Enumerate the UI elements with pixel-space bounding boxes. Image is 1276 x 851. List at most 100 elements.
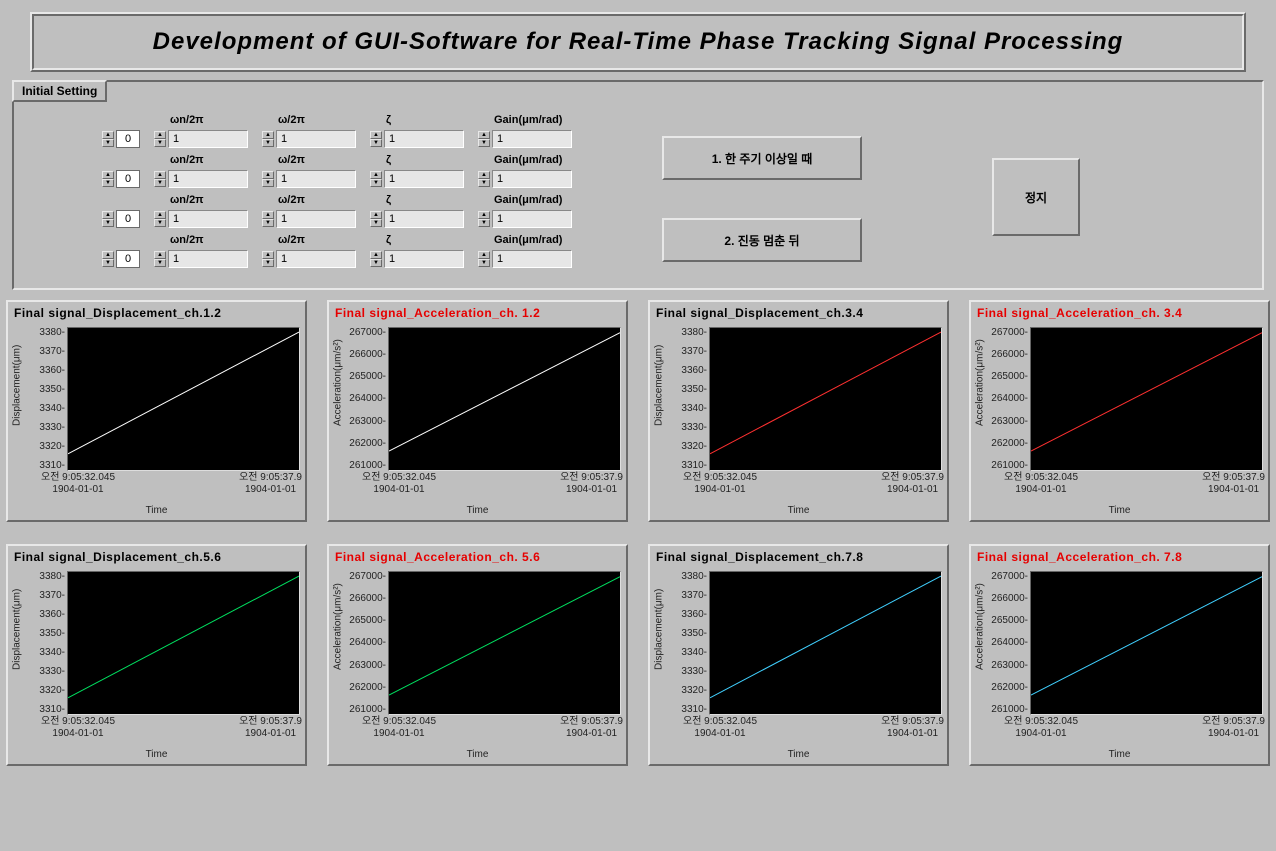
arrow-up-icon[interactable]: ▲	[478, 171, 490, 179]
stepper-arrows[interactable]: ▲▼	[102, 211, 114, 227]
numeric-input[interactable]: 1	[492, 250, 572, 268]
arrow-up-icon[interactable]: ▲	[154, 131, 166, 139]
arrow-up-icon[interactable]: ▲	[102, 211, 114, 219]
x-axis-label: Time	[653, 505, 944, 516]
arrow-down-icon[interactable]: ▼	[478, 219, 490, 227]
stepper-arrows[interactable]: ▲▼	[102, 251, 114, 267]
ytick: 3360-	[25, 365, 65, 376]
stepper-arrows[interactable]: ▲▼	[262, 131, 274, 147]
stop-button[interactable]: 정지	[992, 158, 1080, 236]
arrow-up-icon[interactable]: ▲	[102, 171, 114, 179]
numeric-input[interactable]: 0	[116, 130, 140, 148]
arrow-down-icon[interactable]: ▼	[262, 139, 274, 147]
numeric-input[interactable]: 1	[384, 210, 464, 228]
stepper-arrows[interactable]: ▲▼	[478, 211, 490, 227]
chart-plot-area[interactable]	[388, 327, 621, 471]
arrow-up-icon[interactable]: ▲	[102, 251, 114, 259]
arrow-down-icon[interactable]: ▼	[102, 259, 114, 267]
stepper-arrows[interactable]: ▲▼	[154, 131, 166, 147]
arrow-up-icon[interactable]: ▲	[102, 131, 114, 139]
arrow-up-icon[interactable]: ▲	[154, 171, 166, 179]
arrow-down-icon[interactable]: ▼	[154, 139, 166, 147]
numeric-input[interactable]: 1	[168, 210, 248, 228]
numeric-input[interactable]: 1	[168, 250, 248, 268]
ytick: 3370-	[667, 346, 707, 357]
chart-plot-area[interactable]	[1030, 327, 1263, 471]
numeric-input[interactable]: 1	[276, 130, 356, 148]
y-axis-ticks: 267000-266000-265000-264000-263000-26200…	[346, 327, 386, 471]
arrow-down-icon[interactable]: ▼	[478, 179, 490, 187]
stepper-arrows[interactable]: ▲▼	[154, 171, 166, 187]
ytick: 264000-	[988, 637, 1028, 648]
numeric-input[interactable]: 1	[276, 170, 356, 188]
numeric-input[interactable]: 1	[276, 210, 356, 228]
arrow-down-icon[interactable]: ▼	[370, 139, 382, 147]
arrow-up-icon[interactable]: ▲	[262, 131, 274, 139]
numeric-input[interactable]: 0	[116, 210, 140, 228]
numeric-input[interactable]: 1	[492, 170, 572, 188]
arrow-up-icon[interactable]: ▲	[370, 131, 382, 139]
arrow-down-icon[interactable]: ▼	[102, 179, 114, 187]
arrow-down-icon[interactable]: ▼	[262, 259, 274, 267]
numeric-input[interactable]: 1	[384, 170, 464, 188]
numeric-input[interactable]: 1	[168, 130, 248, 148]
arrow-down-icon[interactable]: ▼	[102, 219, 114, 227]
arrow-up-icon[interactable]: ▲	[370, 211, 382, 219]
stepper-arrows[interactable]: ▲▼	[370, 171, 382, 187]
arrow-down-icon[interactable]: ▼	[478, 139, 490, 147]
arrow-down-icon[interactable]: ▼	[102, 139, 114, 147]
chart-plot-area[interactable]	[709, 571, 942, 715]
numeric-input[interactable]: 1	[384, 250, 464, 268]
arrow-down-icon[interactable]: ▼	[370, 259, 382, 267]
arrow-down-icon[interactable]: ▼	[154, 259, 166, 267]
arrow-down-icon[interactable]: ▼	[370, 179, 382, 187]
arrow-up-icon[interactable]: ▲	[370, 251, 382, 259]
numeric-input[interactable]: 1	[276, 250, 356, 268]
stepper-arrows[interactable]: ▲▼	[262, 211, 274, 227]
chart-plot-area[interactable]	[67, 327, 300, 471]
arrow-down-icon[interactable]: ▼	[154, 219, 166, 227]
arrow-down-icon[interactable]: ▼	[478, 259, 490, 267]
numeric-input[interactable]: 1	[168, 170, 248, 188]
arrow-down-icon[interactable]: ▼	[154, 179, 166, 187]
mode-after-stop-button[interactable]: 2. 진동 멈춘 뒤	[662, 218, 862, 262]
numeric-input[interactable]: 1	[492, 130, 572, 148]
arrow-up-icon[interactable]: ▲	[478, 131, 490, 139]
header-w: ω/2π	[262, 114, 356, 130]
stepper-arrows[interactable]: ▲▼	[102, 171, 114, 187]
numeric-input[interactable]: 1	[384, 130, 464, 148]
ytick: 3310-	[667, 704, 707, 715]
arrow-up-icon[interactable]: ▲	[370, 171, 382, 179]
arrow-down-icon[interactable]: ▼	[262, 219, 274, 227]
chart-plot-area[interactable]	[388, 571, 621, 715]
arrow-up-icon[interactable]: ▲	[154, 251, 166, 259]
stepper-arrows[interactable]: ▲▼	[370, 211, 382, 227]
arrow-up-icon[interactable]: ▲	[478, 211, 490, 219]
stepper-arrows[interactable]: ▲▼	[102, 131, 114, 147]
arrow-up-icon[interactable]: ▲	[262, 251, 274, 259]
arrow-down-icon[interactable]: ▼	[262, 179, 274, 187]
stepper-arrows[interactable]: ▲▼	[154, 211, 166, 227]
arrow-down-icon[interactable]: ▼	[370, 219, 382, 227]
stepper-arrows[interactable]: ▲▼	[370, 131, 382, 147]
x-axis-label: Time	[974, 749, 1265, 760]
stepper-arrows[interactable]: ▲▼	[262, 251, 274, 267]
numeric-input[interactable]: 0	[116, 170, 140, 188]
arrow-up-icon[interactable]: ▲	[262, 171, 274, 179]
stepper-arrows[interactable]: ▲▼	[262, 171, 274, 187]
stepper-arrows[interactable]: ▲▼	[478, 131, 490, 147]
numeric-input[interactable]: 1	[492, 210, 572, 228]
arrow-up-icon[interactable]: ▲	[262, 211, 274, 219]
arrow-up-icon[interactable]: ▲	[478, 251, 490, 259]
ytick: 3330-	[667, 666, 707, 677]
chart-plot-area[interactable]	[1030, 571, 1263, 715]
stepper-arrows[interactable]: ▲▼	[478, 171, 490, 187]
chart-plot-area[interactable]	[709, 327, 942, 471]
mode-one-period-button[interactable]: 1. 한 주기 이상일 때	[662, 136, 862, 180]
stepper-arrows[interactable]: ▲▼	[370, 251, 382, 267]
chart-plot-area[interactable]	[67, 571, 300, 715]
numeric-input[interactable]: 0	[116, 250, 140, 268]
stepper-arrows[interactable]: ▲▼	[478, 251, 490, 267]
arrow-up-icon[interactable]: ▲	[154, 211, 166, 219]
stepper-arrows[interactable]: ▲▼	[154, 251, 166, 267]
